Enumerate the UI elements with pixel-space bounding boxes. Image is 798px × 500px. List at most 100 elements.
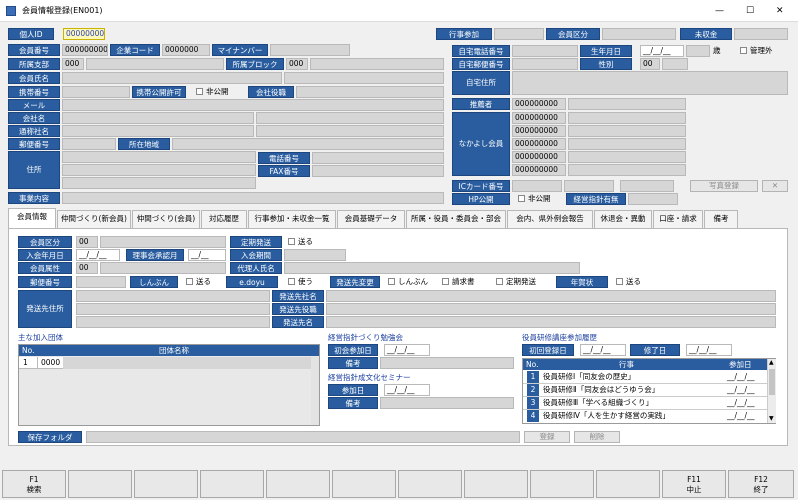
maximize-button[interactable]: ☐ [746, 5, 754, 17]
nakayoshi-code-1[interactable]: 000000000 [512, 112, 566, 124]
f6-key[interactable] [332, 470, 396, 498]
nakayoshi-code-2[interactable]: 000000000 [512, 125, 566, 137]
denwa-field[interactable] [312, 152, 444, 164]
p-kaiin-zokusei-code[interactable]: 00 [76, 262, 98, 274]
table-row[interactable]: 1 0000 [19, 357, 311, 369]
tab-bikou[interactable]: 備考 [704, 210, 738, 228]
bikou-field[interactable] [380, 357, 514, 369]
f2-key[interactable] [68, 470, 132, 498]
kojin-id-input[interactable]: 000000000 [63, 28, 105, 40]
f7-key[interactable] [398, 470, 462, 498]
f1-key[interactable]: F1 検索 [2, 470, 66, 498]
mail-field[interactable] [62, 99, 444, 111]
kaiin-bangou-field[interactable]: 000000000 [62, 44, 108, 56]
mynumber-field[interactable] [270, 44, 350, 56]
tsuushoumei-field[interactable] [62, 125, 254, 137]
shozoku-shibu-code[interactable]: 000 [62, 58, 84, 70]
kaisha-yakushoku-field[interactable] [296, 86, 444, 98]
close-button[interactable]: ✕ [776, 5, 784, 17]
photo-delete-button[interactable]: ✕ [762, 180, 788, 192]
juusho-line1[interactable] [62, 151, 256, 163]
f9-key[interactable] [530, 470, 594, 498]
kaishamei-kana-field[interactable] [256, 112, 444, 124]
f12-key[interactable]: F12 終了 [728, 470, 794, 498]
ic-field-3[interactable] [620, 180, 674, 192]
hp-hikokai-checkbox[interactable]: 非公開 [518, 193, 551, 205]
p-hassou-yakushoku-field[interactable] [326, 303, 776, 315]
scroll-up-icon[interactable]: ▲ [769, 359, 774, 366]
jitaku-yuubin-field[interactable] [512, 58, 578, 70]
p-dairinin-field[interactable] [284, 262, 580, 274]
tab-kaiin-jouhou[interactable]: 会員情報 [8, 208, 56, 229]
tab-kyuutaikai[interactable]: 休退会・異動 [594, 210, 652, 228]
f10-key[interactable] [596, 470, 660, 498]
photo-register-button[interactable]: 写真登録 [690, 180, 758, 192]
p-henkou-shinbun-checkbox[interactable]: しんぶん [388, 276, 428, 288]
p-nyuukai-field[interactable]: __/__/__ [76, 249, 120, 261]
tab-gyouji-mishuukin[interactable]: 行事参加・未収金一覧 [248, 210, 336, 228]
hozon-field[interactable] [86, 431, 520, 443]
sanka-field[interactable]: __/__/__ [384, 384, 430, 396]
p-henkou-seikyuusho-checkbox[interactable]: 請求書 [442, 276, 475, 288]
nakayoshi-code-3[interactable]: 000000000 [512, 138, 566, 150]
seibetsu-code[interactable]: 00 [640, 58, 660, 70]
p-kaiin-kubun-code[interactable]: 00 [76, 236, 98, 248]
tab-kouza-seikyuu[interactable]: 口座・請求 [653, 210, 703, 228]
fax-field[interactable] [312, 165, 444, 177]
bikou2-field[interactable] [380, 397, 514, 409]
table-row[interactable]: 3 役員研修Ⅲ「学べる組織づくり」 __/__/__ [523, 397, 767, 410]
shozai-field[interactable] [172, 138, 444, 150]
tab-shozoku-yakuin[interactable]: 所属・役員・委員会・部会 [406, 210, 506, 228]
tab-nakama-kaiin[interactable]: 仲間づくり(会員) [132, 210, 200, 228]
tab-nakama-shin[interactable]: 仲間づくり(新会員) [57, 210, 131, 228]
yuubin-field[interactable] [62, 138, 116, 150]
table-row[interactable]: 2 役員研修Ⅱ「同友会はどうゆう会」 __/__/__ [523, 384, 767, 397]
p-hassou-mei-field[interactable] [326, 316, 776, 328]
keitai-field[interactable] [62, 86, 130, 98]
seinengappi-field[interactable]: __/__/__ [640, 45, 684, 57]
p-riji-field[interactable]: __/__ [188, 249, 226, 261]
scroll-thumb[interactable] [769, 369, 775, 395]
scroll-down-icon[interactable]: ▼ [769, 415, 774, 422]
tab-kiso-data[interactable]: 会員基礎データ [337, 210, 405, 228]
p-nengajou-checkbox[interactable]: 送る [616, 276, 641, 288]
tab-taiou-rireki[interactable]: 対応履歴 [201, 210, 247, 228]
juusho-line2[interactable] [62, 164, 256, 176]
f8-key[interactable] [464, 470, 528, 498]
touroku-button[interactable]: 登録 [524, 431, 570, 443]
tsuushoumei-kana-field[interactable] [256, 125, 444, 137]
f11-key[interactable]: F11 中止 [662, 470, 726, 498]
p-henkou-teiki-checkbox[interactable]: 定期発送 [496, 276, 536, 288]
nakayoshi-code-4[interactable]: 000000000 [512, 151, 566, 163]
p-hassou-juusho-1[interactable] [76, 290, 270, 302]
kaishamei-field[interactable] [62, 112, 254, 124]
p-edoyu-checkbox[interactable]: 使う [288, 276, 313, 288]
f3-key[interactable] [134, 470, 198, 498]
keitai-hikokai-checkbox[interactable]: 非公開 [196, 86, 229, 98]
kaiin-kana-field[interactable] [284, 72, 444, 84]
kanrigai-checkbox[interactable]: 管理外 [740, 45, 773, 57]
f4-key[interactable] [200, 470, 264, 498]
suisensha-code[interactable]: 000000000 [512, 98, 566, 110]
p-shinbun-checkbox[interactable]: 送る [186, 276, 211, 288]
juusho-line3[interactable] [62, 177, 256, 189]
shuuryou-field[interactable]: __/__/__ [686, 344, 732, 356]
jitaku-denwa-field[interactable] [512, 45, 578, 57]
kigyou-code-field[interactable]: 0000000 [162, 44, 210, 56]
shokai-field[interactable]: __/__/__ [384, 344, 430, 356]
jitaku-juusho-field[interactable] [512, 71, 788, 95]
p-hassou-juusho-2[interactable] [76, 303, 270, 315]
shozoku-block-code[interactable]: 000 [286, 58, 308, 70]
kenshuu-scrollbar[interactable]: ▲ ▼ [767, 359, 776, 423]
table-row[interactable]: 4 役員研修Ⅳ「人を生かす経営の実践」 __/__/__ [523, 410, 767, 423]
minimize-button[interactable]: — [715, 5, 724, 17]
p-hassou-juusho-3[interactable] [76, 316, 270, 328]
table-row[interactable]: 1 役員研修Ⅰ「同友会の歴史」 __/__/__ [523, 371, 767, 384]
jigyou-field[interactable] [62, 192, 444, 204]
kaiin-shimei-field[interactable] [62, 72, 282, 84]
sakujo-button[interactable]: 削除 [574, 431, 620, 443]
p-hassou-shamei-field[interactable] [326, 290, 776, 302]
p-yuubin-field[interactable] [76, 276, 126, 288]
ic-field-2[interactable] [564, 180, 614, 192]
tab-reikai-houkoku[interactable]: 会内、県外例会報告 [507, 210, 593, 228]
